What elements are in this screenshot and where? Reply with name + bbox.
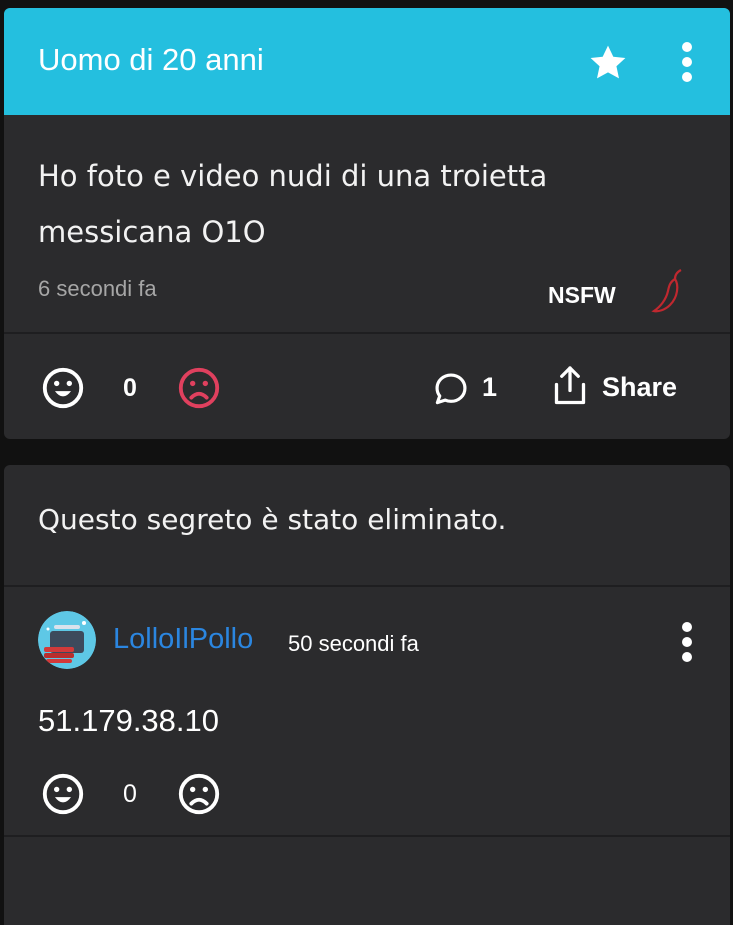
- chili-pepper-icon: [651, 269, 682, 313]
- comment-count[interactable]: 1: [482, 372, 497, 403]
- deleted-message: Questo segreto è stato eliminato.: [38, 503, 507, 536]
- comment-username[interactable]: LolloIlPollo: [113, 623, 253, 656]
- post-text: Ho foto e video nudi di una troietta mes…: [38, 159, 548, 249]
- share-icon: [554, 366, 586, 405]
- star-icon[interactable]: [586, 41, 630, 85]
- post-score: 0: [123, 374, 137, 402]
- smile-icon[interactable]: [40, 365, 86, 411]
- nsfw-label: NSFW: [548, 282, 616, 308]
- post-title: Uomo di 20 anni: [38, 42, 264, 77]
- smile-icon[interactable]: [40, 771, 86, 817]
- divider: [4, 835, 730, 837]
- frown-icon[interactable]: [176, 365, 222, 411]
- post-menu-icon[interactable]: [672, 40, 702, 84]
- comment-bubble-icon[interactable]: [432, 370, 470, 408]
- comment-menu-icon[interactable]: [672, 620, 702, 664]
- post-time: 6 secondi fa: [38, 276, 157, 301]
- divider: [4, 585, 730, 587]
- divider: [4, 332, 730, 334]
- share-button[interactable]: Share: [552, 363, 684, 413]
- post-header: Uomo di 20 anni: [4, 8, 730, 115]
- frown-icon[interactable]: [176, 771, 222, 817]
- comment-time: 50 secondi fa: [288, 631, 419, 656]
- share-label: Share: [602, 372, 678, 402]
- post-card: Uomo di 20 anni Ho foto e video nudi di …: [4, 8, 730, 439]
- comment-text: 51.179.38.10: [38, 703, 220, 738]
- deleted-post-card: Questo segreto è stato eliminato. LolloI…: [4, 465, 730, 925]
- comment-score: 0: [123, 780, 137, 808]
- avatar[interactable]: [38, 611, 96, 669]
